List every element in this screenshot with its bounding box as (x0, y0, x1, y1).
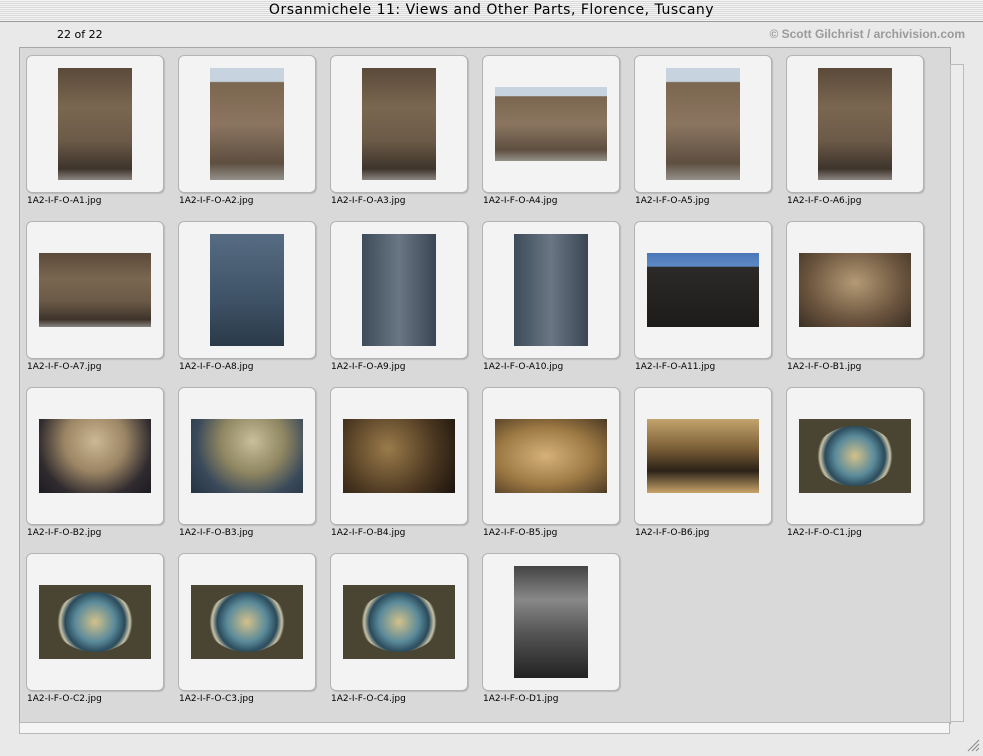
slide-filename: 1A2-I-F-O-C2.jpg (27, 694, 102, 704)
horizontal-scrollbar[interactable] (19, 722, 950, 734)
slide-thumbnail[interactable] (634, 55, 772, 193)
photo-icon (818, 68, 892, 180)
slide-filename: 1A2-I-F-O-A11.jpg (635, 362, 716, 372)
photo-icon (39, 253, 151, 327)
photo-icon (58, 68, 132, 180)
photo-icon (210, 68, 284, 180)
photo-icon (39, 419, 151, 493)
slide-filename: 1A2-I-F-O-B1.jpg (787, 362, 862, 372)
slide-thumbnail[interactable] (482, 55, 620, 193)
slide-thumbnail[interactable] (178, 387, 316, 525)
photo-icon (362, 68, 436, 180)
photo-icon (39, 585, 151, 659)
slide-thumbnail[interactable] (26, 55, 164, 193)
slide-filename: 1A2-I-F-O-C1.jpg (787, 528, 862, 538)
slide-thumbnail[interactable] (482, 387, 620, 525)
slide-thumbnail[interactable] (178, 553, 316, 691)
slide-filename: 1A2-I-F-O-A8.jpg (179, 362, 254, 372)
slide-filename: 1A2-I-F-O-A2.jpg (179, 196, 254, 206)
slide-thumbnail[interactable] (786, 387, 924, 525)
photo-icon (495, 419, 607, 493)
photo-icon (647, 253, 759, 327)
slide-filename: 1A2-I-F-O-B5.jpg (483, 528, 558, 538)
slide-filename: 1A2-I-F-O-C3.jpg (179, 694, 254, 704)
slide-filename: 1A2-I-F-O-A6.jpg (787, 196, 862, 206)
slide-thumbnail[interactable] (178, 221, 316, 359)
slide-thumbnail[interactable] (330, 387, 468, 525)
photo-icon (495, 87, 607, 161)
slide-thumbnail[interactable] (330, 221, 468, 359)
slide-thumbnail[interactable] (26, 387, 164, 525)
window-title: Orsanmichele 11: Views and Other Parts, … (0, 0, 983, 22)
slide-filename: 1A2-I-F-O-B3.jpg (179, 528, 254, 538)
slide-thumbnail[interactable] (178, 55, 316, 193)
slide-filename: 1A2-I-F-O-B6.jpg (635, 528, 710, 538)
vertical-scrollbar[interactable] (950, 64, 964, 722)
slide-filename: 1A2-I-F-O-A3.jpg (331, 196, 406, 206)
image-count: 22 of 22 (57, 28, 103, 41)
slide-filename: 1A2-I-F-O-A5.jpg (635, 196, 710, 206)
slide-thumbnail[interactable] (786, 55, 924, 193)
slide-thumbnail[interactable] (634, 387, 772, 525)
slide-filename: 1A2-I-F-O-A7.jpg (27, 362, 102, 372)
slide-thumbnail[interactable] (26, 221, 164, 359)
photo-icon (799, 419, 911, 493)
slide-filename: 1A2-I-F-O-A4.jpg (483, 196, 558, 206)
photo-icon (514, 566, 588, 678)
slide-thumbnail[interactable] (482, 553, 620, 691)
slide-filename: 1A2-I-F-O-A1.jpg (27, 196, 102, 206)
slide-thumbnail[interactable] (330, 553, 468, 691)
slide-filename: 1A2-I-F-O-B2.jpg (27, 528, 102, 538)
photo-icon (514, 234, 588, 346)
photo-icon (191, 419, 303, 493)
photo-icon (343, 585, 455, 659)
copyright-credit: © Scott Gilchrist / archivision.com (769, 27, 965, 41)
slide-grid-panel: 1A2-I-F-O-A1.jpg 1A2-I-F-O-A2.jpg 1A2-I-F-… (19, 47, 951, 724)
photo-icon (210, 234, 284, 346)
slide-thumbnail[interactable] (26, 553, 164, 691)
slide-filename: 1A2-I-F-O-A9.jpg (331, 362, 406, 372)
slide-filename: 1A2-I-F-O-A10.jpg (483, 362, 564, 372)
slide-filename: 1A2-I-F-O-C4.jpg (331, 694, 406, 704)
photo-icon (647, 419, 759, 493)
photo-icon (343, 419, 455, 493)
photo-icon (666, 68, 740, 180)
photo-icon (799, 253, 911, 327)
slide-thumbnail[interactable] (786, 221, 924, 359)
photo-icon (362, 234, 436, 346)
slide-filename: 1A2-I-F-O-B4.jpg (331, 528, 406, 538)
resize-grip-icon[interactable] (966, 738, 980, 752)
slide-thumbnail[interactable] (634, 221, 772, 359)
slide-thumbnail[interactable] (482, 221, 620, 359)
slide-filename: 1A2-I-F-O-D1.jpg (483, 694, 559, 704)
photo-icon (191, 585, 303, 659)
slide-thumbnail[interactable] (330, 55, 468, 193)
